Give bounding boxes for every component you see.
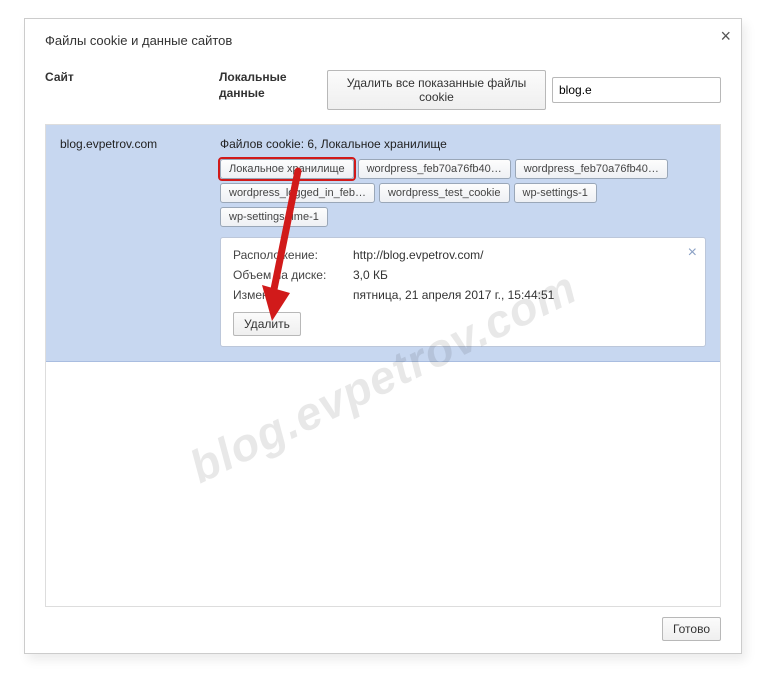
chip-cookie[interactable]: wp-settings-time-1 — [220, 207, 328, 227]
search-input[interactable] — [552, 77, 721, 103]
close-panel-icon[interactable]: × — [688, 244, 697, 262]
clear-all-button[interactable]: Удалить все показанные файлы cookie — [327, 70, 546, 110]
detail-location-value: http://blog.evpetrov.com/ — [353, 248, 693, 262]
chip-cookie[interactable]: wordpress_feb70a76fb40… — [358, 159, 511, 179]
chip-cookie[interactable]: wordpress_logged_in_feb… — [220, 183, 375, 203]
chip-cookie[interactable]: wp-settings-1 — [514, 183, 597, 203]
chip-row-1: Локальное хранилище wordpress_feb70a76fb… — [220, 159, 706, 179]
dialog-title: Файлы cookie и данные сайтов — [45, 33, 721, 48]
cookie-detail-panel: × Расположение: http://blog.evpetrov.com… — [220, 237, 706, 347]
site-details: Файлов cookie: 6, Локальное хранилище Ло… — [220, 137, 706, 347]
detail-size-label: Объем на диске: — [233, 268, 353, 282]
chip-row-2: wordpress_logged_in_feb… wordpress_test_… — [220, 183, 706, 227]
detail-location-label: Расположение: — [233, 248, 353, 262]
close-icon[interactable]: × — [720, 27, 731, 45]
cookies-dialog: × Файлы cookie и данные сайтов Сайт Лока… — [24, 18, 742, 654]
header-actions: Удалить все показанные файлы cookie — [327, 70, 721, 110]
chip-cookie[interactable]: wordpress_feb70a76fb40… — [515, 159, 668, 179]
header-row: Сайт Локальные данные Удалить все показа… — [45, 70, 721, 110]
site-row[interactable]: blog.evpetrov.com Файлов cookie: 6, Лока… — [46, 125, 720, 362]
chip-local-storage[interactable]: Локальное хранилище — [220, 159, 354, 179]
dialog-inner: Файлы cookie и данные сайтов Сайт Локаль… — [25, 19, 741, 653]
site-name: blog.evpetrov.com — [60, 137, 220, 347]
column-site-label: Сайт — [45, 70, 219, 84]
dialog-footer: Готово — [45, 607, 721, 641]
site-list: blog.evpetrov.com Файлов cookie: 6, Лока… — [45, 124, 721, 607]
chip-cookie[interactable]: wordpress_test_cookie — [379, 183, 510, 203]
delete-button[interactable]: Удалить — [233, 312, 301, 336]
column-local-data-label: Локальные данные — [219, 70, 327, 101]
site-summary: Файлов cookie: 6, Локальное хранилище — [220, 137, 706, 151]
done-button[interactable]: Готово — [662, 617, 721, 641]
detail-modified-label: Изменен: — [233, 288, 353, 302]
detail-size-value: 3,0 КБ — [353, 268, 693, 282]
detail-modified-value: пятница, 21 апреля 2017 г., 15:44:51 — [353, 288, 693, 302]
